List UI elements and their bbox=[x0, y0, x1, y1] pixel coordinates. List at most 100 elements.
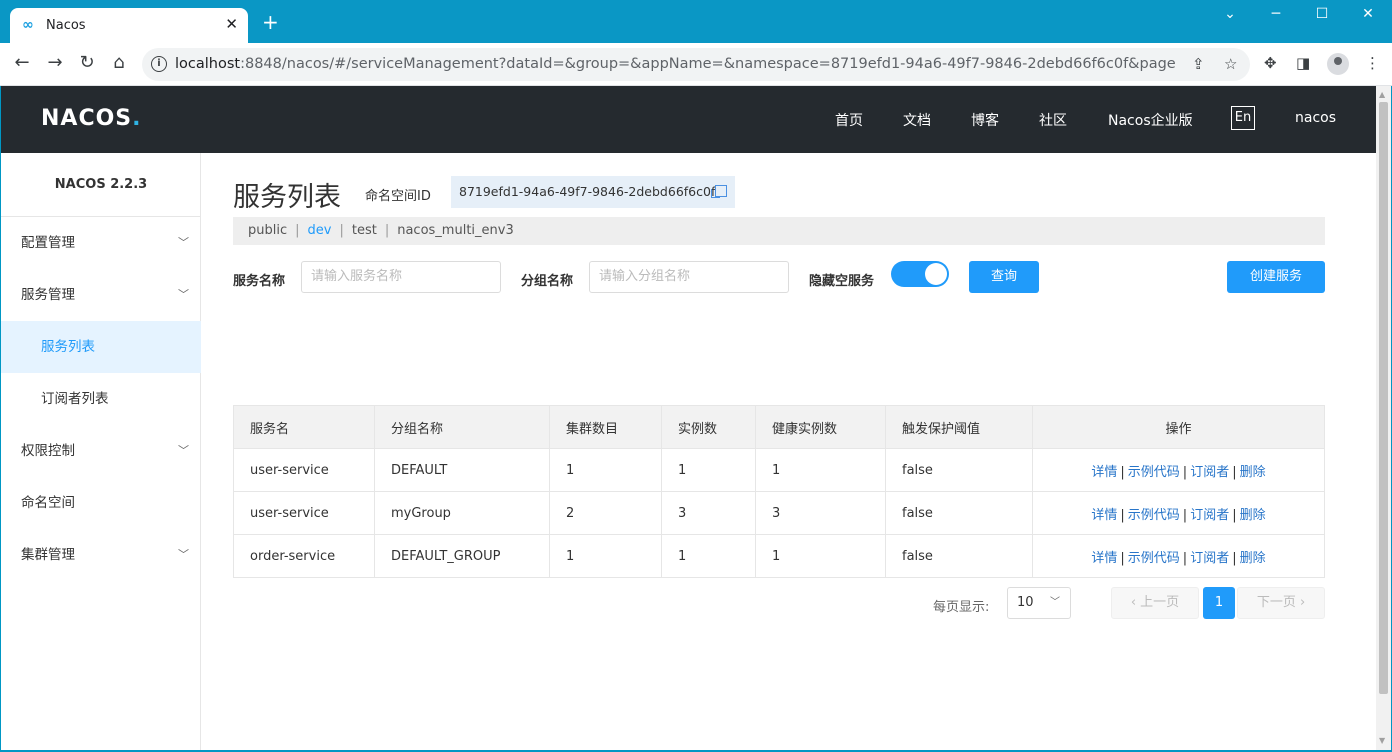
cell-healthy-count: 1 bbox=[755, 448, 886, 492]
cell-healthy-count: 3 bbox=[755, 491, 886, 535]
link-separator: | bbox=[1182, 550, 1188, 566]
cell-service-name: user-service bbox=[233, 448, 375, 492]
cell-group-name: myGroup bbox=[374, 491, 550, 535]
forward-arrow-icon[interactable]: → bbox=[43, 52, 67, 73]
share-icon[interactable]: ⇪ bbox=[1192, 55, 1205, 73]
sidebar-item-cluster[interactable]: 集群管理 ﹀ bbox=[1, 529, 201, 581]
cell-cluster-count: 1 bbox=[549, 534, 662, 578]
per-page-select[interactable]: 10 ﹀ bbox=[1007, 587, 1071, 619]
delete-link[interactable]: 删除 bbox=[1240, 551, 1266, 566]
cell-cluster-count: 1 bbox=[549, 448, 662, 492]
minimize-window-button[interactable]: ─ bbox=[1264, 6, 1288, 22]
site-info-icon[interactable]: i bbox=[151, 56, 167, 72]
back-arrow-icon[interactable]: ← bbox=[10, 52, 34, 73]
chevron-down-icon: ﹀ bbox=[1050, 597, 1060, 608]
home-icon[interactable]: ⌂ bbox=[107, 52, 131, 73]
page-number-current[interactable]: 1 bbox=[1203, 587, 1235, 619]
cell-cluster-count: 2 bbox=[549, 491, 662, 535]
browser-tab[interactable]: ∞ Nacos ✕ bbox=[10, 8, 248, 43]
sidebar-item-service-list[interactable]: 服务列表 bbox=[1, 321, 201, 373]
sidebar-item-auth[interactable]: 权限控制 ﹀ bbox=[1, 425, 201, 477]
close-tab-icon[interactable]: ✕ bbox=[225, 15, 238, 33]
detail-link[interactable]: 详情 bbox=[1091, 551, 1117, 566]
side-panel-icon[interactable]: ◨ bbox=[1296, 54, 1310, 72]
link-separator: | bbox=[1182, 507, 1188, 523]
sidebar: NACOS 2.2.3 配置管理 ﹀ 服务管理 ﹀ 服务列表 订阅者列表 权限控… bbox=[1, 153, 201, 750]
sidebar-item-service-mgmt[interactable]: 服务管理 ﹀ bbox=[1, 269, 201, 321]
detail-link[interactable]: 详情 bbox=[1091, 465, 1117, 480]
query-button[interactable]: 查询 bbox=[969, 261, 1039, 293]
sidebar-item-subscribers[interactable]: 订阅者列表 bbox=[1, 373, 201, 425]
reload-icon[interactable]: ↻ bbox=[75, 52, 99, 73]
browser-toolbar: ← → ↻ ⌂ i localhost:8848/nacos/#/service… bbox=[0, 43, 1392, 86]
service-name-input[interactable]: 请输入服务名称 bbox=[301, 261, 501, 293]
copy-icon[interactable] bbox=[711, 185, 727, 198]
nav-blog[interactable]: 博客 bbox=[971, 110, 999, 130]
col-instance-count: 实例数 bbox=[661, 405, 756, 449]
url-text[interactable]: localhost:8848/nacos/#/serviceManagement… bbox=[175, 56, 1175, 72]
nav-home[interactable]: 首页 bbox=[835, 110, 863, 130]
sample-code-link[interactable]: 示例代码 bbox=[1128, 465, 1180, 480]
cell-instance-count: 1 bbox=[661, 534, 756, 578]
col-group-name: 分组名称 bbox=[374, 405, 550, 449]
cell-instance-count: 3 bbox=[661, 491, 756, 535]
subscribers-link[interactable]: 订阅者 bbox=[1190, 508, 1229, 523]
sample-code-link[interactable]: 示例代码 bbox=[1128, 508, 1180, 523]
col-healthy-count: 健康实例数 bbox=[755, 405, 886, 449]
language-switch-button[interactable]: En bbox=[1231, 106, 1255, 130]
more-menu-icon[interactable]: ⋮ bbox=[1365, 54, 1380, 72]
address-bar[interactable]: i localhost:8848/nacos/#/serviceManageme… bbox=[142, 48, 1250, 81]
namespace-tab-public[interactable]: public bbox=[248, 223, 287, 238]
table-row: order-service DEFAULT_GROUP 1 1 1 false 详情 | 示例代… bbox=[233, 534, 1325, 578]
page-title: 服务列表 bbox=[233, 182, 341, 213]
namespace-id-value: 8719efd1-94a6-49f7-9846-2debd66f6c0f bbox=[451, 176, 735, 208]
chevron-down-icon: ﹀ bbox=[178, 548, 189, 561]
bookmark-star-icon[interactable]: ☆ bbox=[1224, 55, 1237, 73]
scroll-up-icon[interactable]: ▲ bbox=[1379, 90, 1385, 99]
nav-enterprise[interactable]: Nacos企业版 bbox=[1108, 110, 1193, 130]
sidebar-item-config[interactable]: 配置管理 ﹀ bbox=[1, 217, 201, 269]
sidebar-version-title: NACOS 2.2.3 bbox=[1, 153, 201, 217]
create-service-button[interactable]: 创建服务 bbox=[1227, 261, 1325, 293]
next-page-button[interactable]: 下一页 › bbox=[1237, 587, 1325, 619]
delete-link[interactable]: 删除 bbox=[1240, 465, 1266, 480]
profile-avatar[interactable] bbox=[1327, 53, 1349, 75]
namespace-tab-multi-env3[interactable]: nacos_multi_env3 bbox=[397, 223, 514, 238]
user-menu[interactable]: nacos bbox=[1295, 110, 1336, 126]
namespace-tab-dev[interactable]: dev bbox=[308, 223, 332, 238]
nav-docs[interactable]: 文档 bbox=[903, 110, 931, 130]
prev-page-button[interactable]: ‹ 上一页 bbox=[1111, 587, 1199, 619]
table-row: user-service myGroup 2 3 3 false 详情 | 示例代码 | 订阅者 | 删… bbox=[233, 491, 1325, 535]
namespace-tab-test[interactable]: test bbox=[352, 223, 377, 238]
namespace-tabs: public | dev | test | nacos_multi_env3 bbox=[233, 217, 1325, 245]
group-name-input[interactable]: 请输入分组名称 bbox=[589, 261, 789, 293]
col-operations: 操作 bbox=[1032, 405, 1325, 449]
maximize-window-button[interactable]: ☐ bbox=[1310, 6, 1334, 22]
detail-link[interactable]: 详情 bbox=[1091, 508, 1117, 523]
close-window-button[interactable]: ✕ bbox=[1356, 6, 1380, 22]
nacos-logo[interactable]: NACOS. bbox=[41, 106, 142, 131]
subscribers-link[interactable]: 订阅者 bbox=[1190, 465, 1229, 480]
sidebar-item-namespace[interactable]: 命名空间 bbox=[1, 477, 201, 529]
scroll-down-icon[interactable]: ▼ bbox=[1379, 736, 1385, 745]
hide-empty-label: 隐藏空服务 bbox=[809, 274, 875, 289]
cell-instance-count: 1 bbox=[661, 448, 756, 492]
new-tab-button[interactable]: + bbox=[262, 12, 279, 32]
col-cluster-count: 集群数目 bbox=[549, 405, 662, 449]
namespace-id-label: 命名空间ID bbox=[365, 189, 431, 204]
chevron-down-icon[interactable]: ⌄ bbox=[1218, 6, 1242, 22]
cell-group-name: DEFAULT_GROUP bbox=[374, 534, 550, 578]
chevron-down-icon: ﹀ bbox=[178, 444, 189, 457]
extensions-icon[interactable]: ✥ bbox=[1264, 54, 1277, 72]
delete-link[interactable]: 删除 bbox=[1240, 508, 1266, 523]
sample-code-link[interactable]: 示例代码 bbox=[1128, 551, 1180, 566]
col-protect-threshold: 触发保护阈值 bbox=[885, 405, 1033, 449]
per-page-label: 每页显示: bbox=[933, 600, 990, 615]
subscribers-link[interactable]: 订阅者 bbox=[1190, 551, 1229, 566]
hide-empty-toggle[interactable] bbox=[891, 261, 949, 287]
browser-tab-strip: ∞ Nacos ✕ + ⌄ ─ ☐ ✕ bbox=[0, 0, 1392, 43]
scrollbar-thumb[interactable] bbox=[1379, 102, 1388, 694]
link-separator: | bbox=[1120, 464, 1125, 480]
nav-community[interactable]: 社区 bbox=[1039, 110, 1067, 130]
page-scrollbar[interactable]: ▲ ▼ bbox=[1376, 86, 1391, 750]
